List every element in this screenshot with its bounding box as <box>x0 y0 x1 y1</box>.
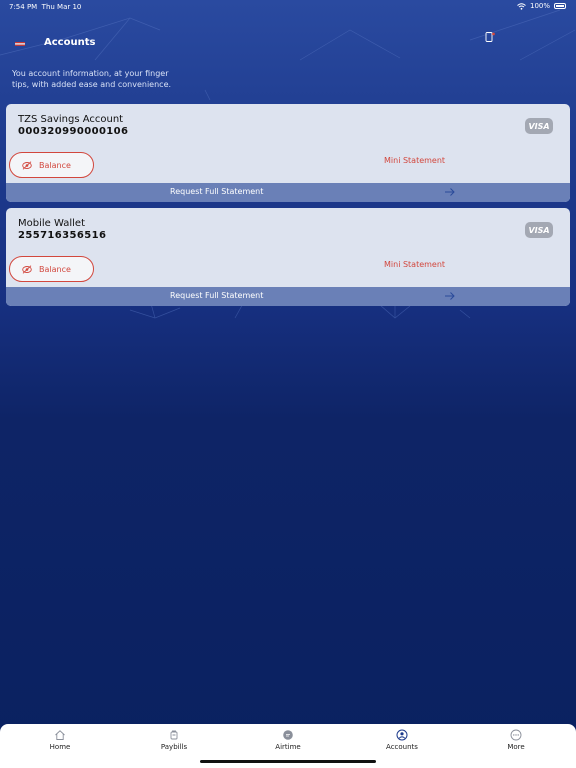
tab-more[interactable]: More <box>481 729 551 757</box>
back-button[interactable] <box>12 36 28 50</box>
status-time-text: 7:54 PM <box>9 3 38 11</box>
visa-badge: VISA <box>525 222 553 238</box>
account-number: 000320990000106 <box>18 126 129 137</box>
tab-label: Airtime <box>275 743 301 751</box>
status-time: 7:54 PM Thu Mar 10 <box>9 3 81 11</box>
mini-statement-link[interactable]: Mini Statement <box>384 156 445 165</box>
tab-airtime[interactable]: Airtime <box>253 729 323 757</box>
home-indicator <box>200 760 376 763</box>
tab-label: Accounts <box>386 743 418 751</box>
tab-label: More <box>507 743 525 751</box>
wifi-icon <box>517 2 526 10</box>
battery-percent: 100% <box>529 2 550 10</box>
full-statement-label: Request Full Statement <box>170 291 264 300</box>
full-statement-label: Request Full Statement <box>170 187 264 196</box>
account-number: 255716356516 <box>18 230 107 241</box>
full-statement-button[interactable]: Request Full Statement <box>6 183 570 202</box>
header: Accounts <box>0 28 576 58</box>
accounts-icon <box>396 729 408 741</box>
account-name: Mobile Wallet <box>18 218 85 229</box>
tab-home[interactable]: Home <box>25 729 95 757</box>
balance-label: Balance <box>39 160 71 170</box>
battery-icon <box>554 3 566 9</box>
tab-label: Home <box>49 743 71 751</box>
page-title: Accounts <box>44 37 96 48</box>
eye-hidden-icon <box>22 264 32 274</box>
logout-icon <box>485 32 495 42</box>
flag-back-icon <box>15 42 25 46</box>
account-card[interactable]: TZS Savings Account 000320990000106 VISA… <box>6 104 570 202</box>
arrow-right-icon <box>445 292 455 300</box>
account-name: TZS Savings Account <box>18 114 124 125</box>
arrow-right-icon <box>445 188 455 196</box>
home-icon <box>55 730 65 740</box>
tab-label: Paybills <box>160 743 188 751</box>
balance-button[interactable]: Balance <box>9 152 94 178</box>
balance-button[interactable]: Balance <box>9 256 94 282</box>
account-card[interactable]: Mobile Wallet 255716356516 VISA Balance … <box>6 208 570 306</box>
status-date: Thu Mar 10 <box>41 3 82 11</box>
mini-statement-link[interactable]: Mini Statement <box>384 260 445 269</box>
intro-text: You account information, at your finger … <box>12 69 172 89</box>
paybills-icon <box>170 730 178 740</box>
balance-label: Balance <box>39 264 71 274</box>
full-statement-button[interactable]: Request Full Statement <box>6 287 570 306</box>
airtime-icon <box>283 730 293 740</box>
tab-paybills[interactable]: Paybills <box>139 729 209 757</box>
status-bar: 7:54 PM Thu Mar 10 100% <box>0 0 576 14</box>
more-icon <box>510 729 522 741</box>
visa-badge: VISA <box>525 118 553 134</box>
logout-button[interactable] <box>484 28 496 42</box>
eye-hidden-icon <box>22 160 32 170</box>
status-right: 100% <box>517 2 566 10</box>
tab-accounts[interactable]: Accounts <box>367 729 437 757</box>
